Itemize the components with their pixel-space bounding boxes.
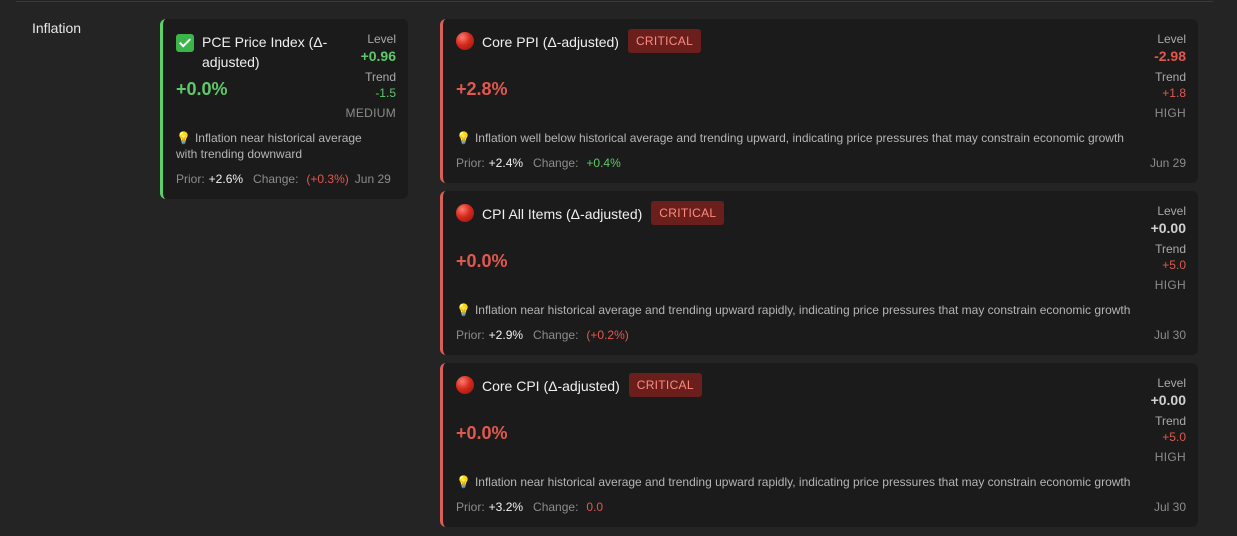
card-title: Core PPI (Δ-adjusted): [482, 34, 619, 50]
status-badge: CRITICAL: [651, 201, 725, 225]
change-percent: +0.0%: [456, 251, 508, 271]
lightbulb-icon: 💡: [456, 131, 471, 145]
card-title: Core CPI (Δ-adjusted): [482, 378, 620, 394]
level-value: +0.00: [1150, 220, 1186, 236]
trend-value: +1.8: [1162, 86, 1186, 100]
card-title: CPI All Items (Δ-adjusted): [482, 206, 643, 222]
date-label: Jun 29: [1149, 156, 1186, 170]
level-value: +0.96: [360, 48, 396, 64]
lightbulb-icon: 💡: [176, 131, 191, 145]
indicator-card-core-cpi[interactable]: Core CPI (Δ-adjusted) CRITICAL +0.0% Lev…: [440, 363, 1198, 527]
metrics-panel: Level +0.00 Trend +5.0 HIGH: [1151, 203, 1186, 293]
change-value: 0.0: [586, 500, 604, 514]
insight-text: 💡 Inflation well below historical average…: [456, 130, 1124, 146]
metrics-panel: Level -2.98 Trend +1.8 HIGH: [1154, 31, 1186, 121]
trend-value: +5.0: [1162, 258, 1186, 272]
lightbulb-icon: 💡: [456, 475, 471, 489]
trend-label: Trend: [1155, 242, 1186, 256]
change-label: Change:: [253, 172, 299, 186]
trend-value: -1.5: [375, 86, 396, 100]
prior-value: +2.9%: [488, 328, 524, 342]
insight-body: Inflation near historical average with t…: [176, 131, 362, 161]
prior-label: Prior:: [176, 172, 205, 186]
level-label: Level: [1157, 376, 1186, 390]
prior-label: Prior:: [456, 156, 485, 170]
severity-label: HIGH: [1154, 450, 1186, 464]
insight-text: 💡 Inflation near historical average with …: [176, 130, 386, 162]
card-footer: Prior: +2.9% Change: (+0.2%) Jul 30: [456, 328, 1186, 342]
card-footer: Prior: +3.2% Change: 0.0 Jul 30: [456, 500, 1186, 514]
trend-label: Trend: [365, 70, 396, 84]
check-icon: [176, 34, 194, 52]
change-percent: +0.0%: [456, 423, 508, 443]
metrics-panel: Level +0.96 Trend -1.5 MEDIUM: [346, 31, 396, 121]
indicator-card-pce[interactable]: PCE Price Index (Δ-adjusted) +0.0% Level…: [160, 19, 408, 199]
card-title: PCE Price Index (Δ-adjusted): [202, 34, 328, 70]
level-label: Level: [1157, 32, 1186, 46]
card-footer: Prior: +2.6% Change: (+0.3%) Jun 29: [176, 172, 396, 186]
level-label: Level: [1157, 204, 1186, 218]
indicator-card-core-ppi[interactable]: Core PPI (Δ-adjusted) CRITICAL +2.8% Lev…: [440, 19, 1198, 183]
change-value: (+0.3%): [306, 172, 349, 186]
severity-label: HIGH: [1154, 278, 1186, 292]
insight-text: 💡 Inflation near historical average and t…: [456, 474, 1130, 490]
prior-value: +3.2%: [488, 500, 524, 514]
status-badge: CRITICAL: [628, 373, 702, 397]
date-label: Jul 30: [1153, 328, 1186, 342]
trend-label: Trend: [1155, 70, 1186, 84]
red-circle-icon: [456, 204, 474, 222]
red-circle-icon: [456, 32, 474, 50]
red-circle-icon: [456, 376, 474, 394]
change-percent: +0.0%: [176, 79, 228, 99]
level-value: +0.00: [1150, 392, 1186, 408]
insight-body: Inflation near historical average and tr…: [474, 303, 1131, 317]
change-label: Change:: [533, 328, 579, 342]
insight-text: 💡 Inflation near historical average and t…: [456, 302, 1130, 318]
change-label: Change:: [533, 156, 579, 170]
prior-value: +2.6%: [208, 172, 244, 186]
date-label: Jun 29: [354, 172, 391, 186]
severity-label: HIGH: [1154, 106, 1186, 120]
change-percent: +2.8%: [456, 79, 508, 99]
section-divider: [16, 1, 1213, 2]
insight-body: Inflation well below historical average …: [474, 131, 1124, 145]
prior-label: Prior:: [456, 328, 485, 342]
indicator-card-cpi-all-items[interactable]: CPI All Items (Δ-adjusted) CRITICAL +0.0…: [440, 191, 1198, 355]
trend-label: Trend: [1155, 414, 1186, 428]
insight-body: Inflation near historical average and tr…: [474, 475, 1131, 489]
prior-label: Prior:: [456, 500, 485, 514]
change-label: Change:: [533, 500, 579, 514]
level-value: -2.98: [1154, 48, 1186, 64]
status-badge: CRITICAL: [627, 29, 702, 53]
prior-value: +2.4%: [488, 156, 524, 170]
severity-label: MEDIUM: [345, 106, 396, 120]
change-value: +0.4%: [586, 156, 621, 170]
section-label: Inflation: [32, 20, 82, 36]
trend-value: +5.0: [1162, 430, 1186, 444]
metrics-panel: Level +0.00 Trend +5.0 HIGH: [1151, 375, 1186, 465]
lightbulb-icon: 💡: [456, 303, 471, 317]
card-footer: Prior: +2.4% Change: +0.4% Jun 29: [456, 156, 1186, 170]
change-value: (+0.2%): [586, 328, 629, 342]
date-label: Jul 30: [1153, 500, 1186, 514]
level-label: Level: [367, 32, 396, 46]
